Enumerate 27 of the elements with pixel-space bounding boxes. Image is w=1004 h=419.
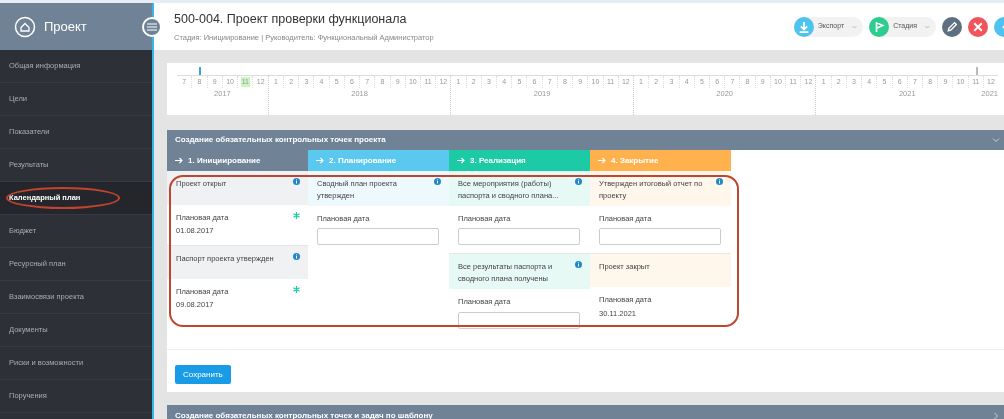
date-input[interactable]: [599, 228, 721, 246]
close-icon[interactable]: [968, 16, 988, 37]
panel-header[interactable]: Создание обязательных контрольных точек и задач по шаблону: [167, 405, 1004, 419]
date-input[interactable]: [458, 311, 580, 329]
panel-title: Создание обязательных контрольных точек и задач по шаблону: [175, 410, 433, 419]
info-icon[interactable]: [293, 252, 300, 260]
caret-icon: [852, 24, 858, 29]
pencil-icon[interactable]: [942, 16, 962, 37]
arrow-icon: [175, 157, 183, 164]
stage-header[interactable]: 1. Инициирование: [167, 150, 308, 171]
info-icon[interactable]: [716, 178, 723, 185]
date-input[interactable]: [317, 228, 439, 246]
arrow-icon: [316, 157, 324, 164]
home-icon: [14, 15, 36, 38]
date-input[interactable]: [458, 228, 580, 246]
menu-icon: [147, 23, 157, 31]
panel-title: Создание обязательных контрольных точек проекта: [175, 134, 386, 146]
project-title: 500-004. Проект проверки функционала: [174, 11, 408, 28]
info-icon[interactable]: [575, 261, 582, 269]
sidebar-title: Проект: [44, 17, 87, 36]
arrow-icon: [598, 157, 606, 164]
info-icon[interactable]: [293, 178, 300, 185]
info-icon[interactable]: [575, 178, 582, 185]
arrow-icon: [457, 157, 465, 164]
panel-header[interactable]: Создание обязательных контрольных точек проекта: [167, 130, 1004, 150]
caret-icon: [925, 24, 930, 29]
info-icon[interactable]: [434, 178, 441, 185]
